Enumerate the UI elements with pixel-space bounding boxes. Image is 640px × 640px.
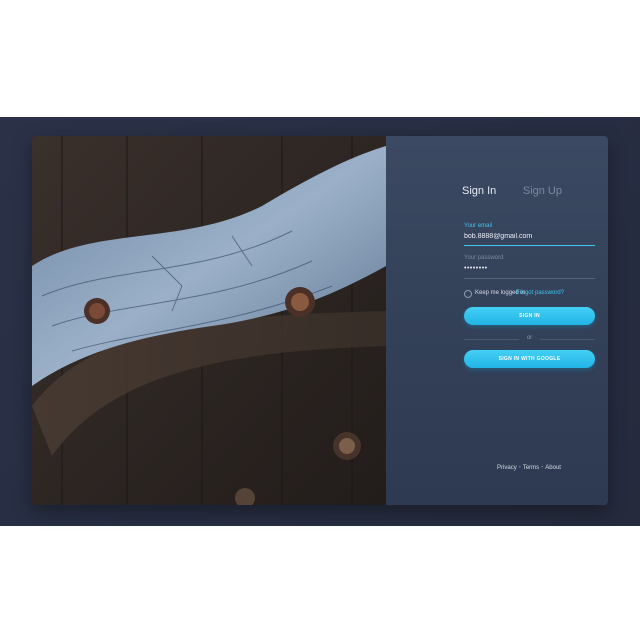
password-underline [464,278,595,279]
email-field[interactable] [464,233,595,240]
footer-separator: • [541,465,544,471]
password-field[interactable]: •••••••• [464,265,595,272]
or-divider-label: or [526,335,533,341]
or-divider-right [540,339,595,340]
email-label: Your email [464,223,493,229]
about-link[interactable]: About [545,465,561,471]
tab-sign-up[interactable]: Sign Up [523,185,562,197]
footer-separator: • [518,465,521,471]
login-card: Sign In Sign Up Your email Your password… [32,136,608,505]
google-sign-in-button[interactable]: SIGN IN WITH GOOGLE [464,350,595,368]
tab-sign-in[interactable]: Sign In [462,185,496,197]
footer-links: Privacy • Terms • About [386,465,608,471]
hero-photo [32,136,386,505]
email-underline [464,245,595,246]
keep-logged-in-checkbox[interactable] [464,290,472,298]
signin-panel: Sign In Sign Up Your email Your password… [386,136,608,505]
sign-in-button[interactable]: SIGN IN [464,307,595,325]
or-divider-left [464,339,519,340]
forgot-password-link[interactable]: Forgot password? [516,290,564,296]
terms-link[interactable]: Terms [523,465,539,471]
password-label: Your password [464,255,504,261]
privacy-link[interactable]: Privacy [497,465,517,471]
